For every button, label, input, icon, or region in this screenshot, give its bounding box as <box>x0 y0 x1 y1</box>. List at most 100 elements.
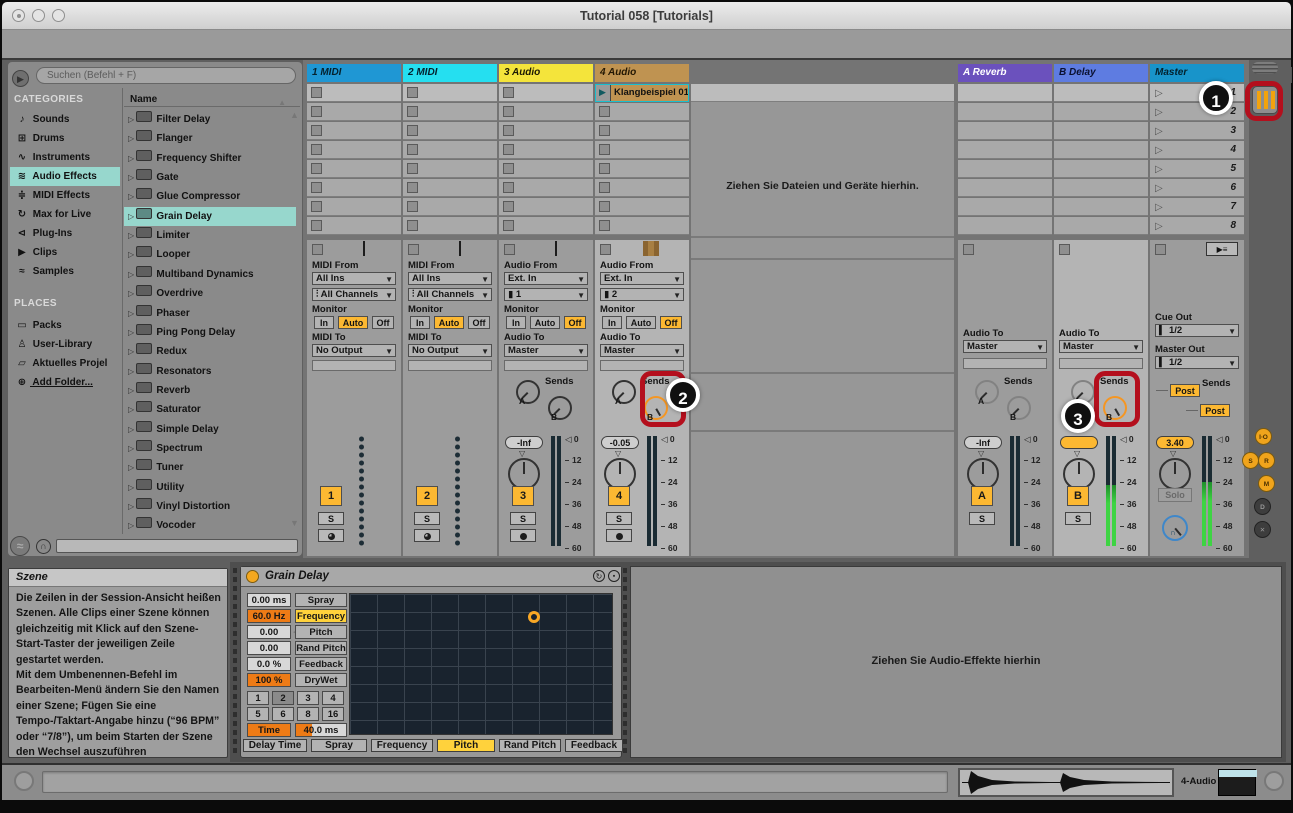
delay-grid-button-4[interactable]: 4 <box>322 691 344 705</box>
clip-slot[interactable] <box>403 179 497 197</box>
track-stop-button[interactable] <box>1155 244 1166 255</box>
monitor-in-button[interactable]: In <box>506 316 526 329</box>
browser-device-item[interactable]: ▷ Limiter <box>124 226 296 245</box>
track-header-a-reverb[interactable]: A Reverb <box>958 64 1052 82</box>
return-clip-slot[interactable] <box>958 103 1052 121</box>
track-header-3-audio[interactable]: 3 Audio <box>499 64 593 82</box>
monitor-auto-button[interactable]: Auto <box>434 316 464 329</box>
sidebar-item-aktuelles-projel[interactable]: ▱ Aktuelles Projel <box>10 354 120 373</box>
browser-device-item[interactable]: ▷ Tuner <box>124 458 296 477</box>
browser-device-item[interactable]: ▷ Utility <box>124 478 296 497</box>
clip-slot[interactable] <box>499 160 593 178</box>
sidebar-item-add-folder-[interactable]: ⊕ Add Folder... <box>10 373 120 392</box>
disclosure-triangle-icon[interactable]: ▷ <box>128 212 136 221</box>
show-io-toggle[interactable]: I∙O <box>1255 428 1272 445</box>
device-tab-delay-time[interactable]: Delay Time <box>243 739 307 752</box>
return-clip-slot[interactable] <box>958 122 1052 140</box>
delay-grid-button-8[interactable]: 8 <box>297 707 319 721</box>
disclosure-triangle-icon[interactable]: ▷ <box>128 173 136 182</box>
io-from-select[interactable]: All Ins ▼ <box>408 272 492 285</box>
device-drag-handle[interactable] <box>233 568 237 756</box>
track-header-2-midi[interactable]: 2 MIDI <box>403 64 497 82</box>
io-to-select[interactable]: Master ▼ <box>600 344 684 357</box>
monitor-auto-button[interactable]: Auto <box>530 316 560 329</box>
device-drag-handle[interactable] <box>623 568 627 756</box>
disclosure-triangle-icon[interactable]: ▷ <box>128 463 136 472</box>
scene-row-7[interactable]: ▷ 7 <box>1150 198 1244 216</box>
show-track-delay-toggle[interactable]: D <box>1254 498 1271 515</box>
track-stop-button[interactable] <box>504 244 515 255</box>
device-tab-spray[interactable]: Spray <box>311 739 367 752</box>
clip-slot[interactable] <box>403 84 497 102</box>
clip-slot[interactable] <box>499 141 593 159</box>
clip-slot[interactable] <box>499 103 593 121</box>
track-stop-button[interactable] <box>1059 244 1070 255</box>
clip-slot[interactable] <box>595 103 689 121</box>
browser-device-item[interactable]: ▷ Phaser <box>124 304 296 323</box>
master-out-select[interactable]: ▍ 1/2 ▼ <box>1155 356 1239 369</box>
browser-device-item[interactable]: ▷ Saturator <box>124 400 296 419</box>
volume-display[interactable]: -Inf <box>964 436 1002 449</box>
time-mode-button[interactable]: Time <box>247 723 291 737</box>
clip-slot[interactable] <box>499 84 593 102</box>
clip-slot[interactable] <box>499 198 593 216</box>
show-mixer-controls-toggle[interactable]: M <box>1258 475 1275 492</box>
solo-button[interactable]: S <box>606 512 632 525</box>
pitch-value[interactable]: 0.00 <box>247 625 291 639</box>
preview-volume-bar[interactable] <box>56 539 298 553</box>
track-stop-button[interactable] <box>600 244 611 255</box>
io-from-select[interactable]: All Ins ▼ <box>312 272 396 285</box>
sidebar-item-plug-ins[interactable]: ⊲ Plug-Ins <box>10 224 120 243</box>
disclosure-triangle-icon[interactable]: ▷ <box>128 134 136 143</box>
disclosure-triangle-icon[interactable]: ▷ <box>128 309 136 318</box>
track-activator-button[interactable]: A <box>971 486 993 506</box>
io-to-select[interactable]: No Output ▼ <box>408 344 492 357</box>
clip-stop-icon[interactable] <box>503 201 514 212</box>
drywet-value[interactable]: 100 % <box>247 673 291 687</box>
device-tab-frequency[interactable]: Frequency <box>371 739 433 752</box>
return-clip-slot[interactable] <box>1054 103 1148 121</box>
clip-stop-icon[interactable] <box>311 125 322 136</box>
sidebar-item-user-library[interactable]: ♙ User-Library <box>10 335 120 354</box>
scene-row-6[interactable]: ▷ 6 <box>1150 179 1244 197</box>
browser-fold-icon[interactable]: ▶ <box>12 70 29 87</box>
monitor-off-button[interactable]: Off <box>564 316 586 329</box>
clip-stop-icon[interactable] <box>503 220 514 231</box>
show-returns-toggle[interactable]: R <box>1258 452 1275 469</box>
show-info-toggle-icon[interactable] <box>14 771 34 791</box>
disclosure-triangle-icon[interactable]: ▷ <box>128 347 136 356</box>
track-activator-button[interactable]: 4 <box>608 486 630 506</box>
monitor-in-button[interactable]: In <box>314 316 334 329</box>
clip-slot[interactable] <box>595 217 689 235</box>
monitor-in-button[interactable]: In <box>602 316 622 329</box>
disclosure-triangle-icon[interactable]: ▷ <box>128 270 136 279</box>
return-clip-slot[interactable] <box>958 141 1052 159</box>
rand-pitch-value[interactable]: 0.00 <box>247 641 291 655</box>
scene-launch-icon[interactable]: ▷ <box>1155 160 1163 179</box>
disclosure-triangle-icon[interactable]: ▷ <box>128 231 136 240</box>
scroll-up-icon[interactable]: ▲ <box>290 110 299 120</box>
clip-color-box[interactable] <box>1218 769 1257 796</box>
search-input[interactable]: Suchen (Befehl + F) <box>36 67 296 84</box>
feedback-value[interactable]: 0.0 % <box>247 657 291 671</box>
delay-grid-button-2[interactable]: 2 <box>272 691 294 705</box>
disclosure-triangle-icon[interactable]: ▷ <box>128 405 136 414</box>
save-preset-icon[interactable]: ▪ <box>608 570 620 582</box>
disclosure-triangle-icon[interactable]: ▷ <box>128 192 136 201</box>
solo-button[interactable]: S <box>510 512 536 525</box>
return-clip-slot[interactable] <box>958 84 1052 102</box>
scene-launch-icon[interactable]: ▷ <box>1155 141 1163 160</box>
browser-device-item[interactable]: ▷ Resonators <box>124 362 296 381</box>
browser-device-item[interactable]: ▷ Frequency Shifter <box>124 149 296 168</box>
arm-button[interactable] <box>318 529 344 542</box>
clip-slot[interactable] <box>499 122 593 140</box>
arm-button[interactable] <box>606 529 632 542</box>
browser-device-item[interactable]: ▷ Spectrum <box>124 439 296 458</box>
solo-button[interactable]: S <box>414 512 440 525</box>
return-clip-slot[interactable] <box>958 198 1052 216</box>
disclosure-triangle-icon[interactable]: ▷ <box>128 483 136 492</box>
delay-grid-button-1[interactable]: 1 <box>247 691 269 705</box>
sidebar-item-midi-effects[interactable]: ≑ MIDI Effects <box>10 186 120 205</box>
clip-launch-button[interactable]: ▶ <box>596 85 611 101</box>
clip-stop-icon[interactable] <box>407 87 418 98</box>
